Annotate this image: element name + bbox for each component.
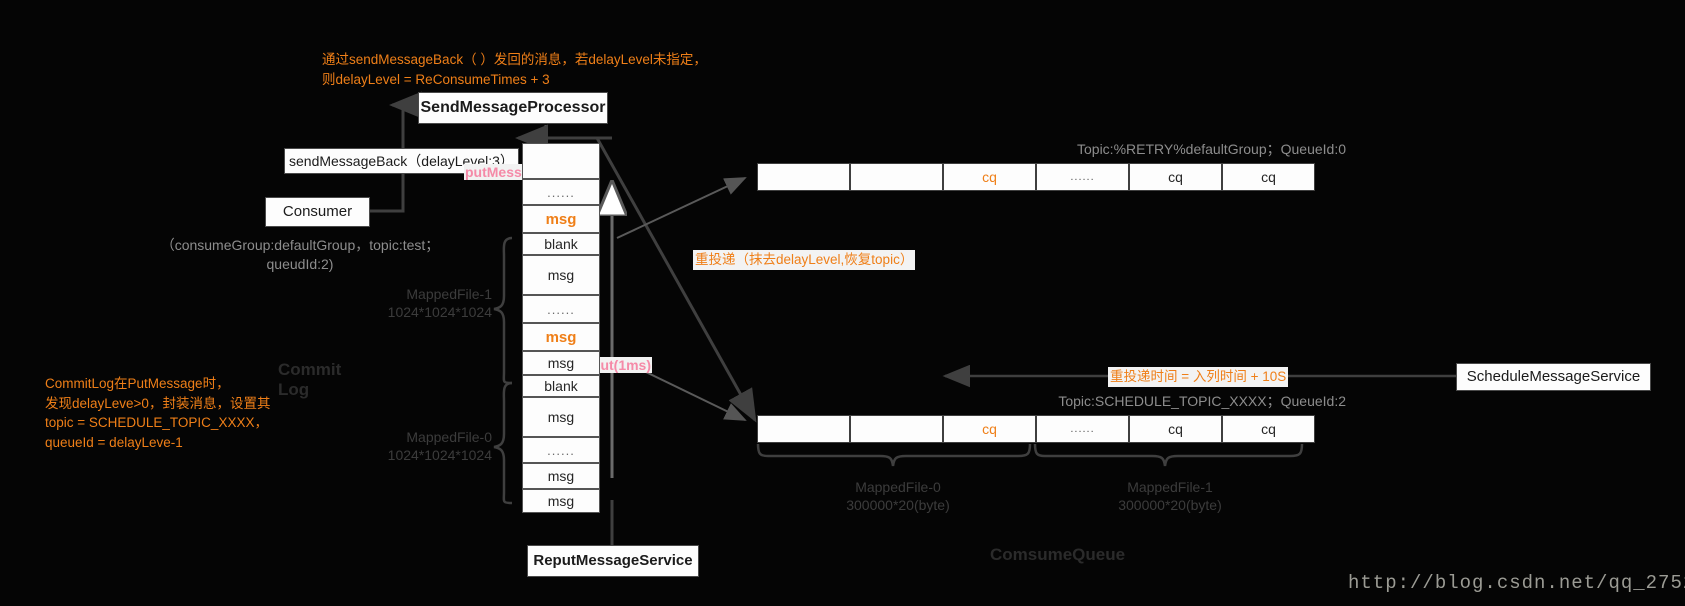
consume-queue-cell <box>850 415 943 443</box>
commitlog-cell: msg <box>522 489 600 513</box>
connector-lines <box>370 91 1456 545</box>
cq-mappedfile-1-label: MappedFile-1 300000*20(byte) <box>1118 479 1222 514</box>
commitlog-cell: blank <box>522 375 600 397</box>
consumer-detail-label: （consumeGroup:defaultGroup，topic:test； q… <box>160 237 440 272</box>
comsume-queue-title: ComsumeQueue <box>990 545 1126 564</box>
consume-queue-cell: cq <box>943 163 1036 191</box>
commitlog-cell: msg <box>522 255 600 295</box>
send-message-processor-box[interactable]: SendMessageProcessor <box>418 92 608 124</box>
send-back-note: 通过sendMessageBack（ ）发回的消息，若delayLevel未指定… <box>322 52 707 87</box>
commitlog-cell: ...... <box>522 437 600 463</box>
commitlog-mappedfile-1-label: MappedFile-1 1024*1024*1024 <box>387 286 492 321</box>
schedule-message-service-box[interactable]: ScheduleMessageService <box>1456 363 1651 391</box>
commitlog-cell: msg <box>522 323 600 351</box>
consume-queue-cell: cq <box>1222 163 1315 191</box>
commitlog-cell <box>522 143 600 179</box>
commitlog-cell: blank <box>522 233 600 255</box>
consume-queue-cell: cq <box>1129 163 1222 191</box>
commitlog-cell: msg <box>522 397 600 437</box>
reput-message-service-box[interactable]: ReputMessageService <box>527 545 699 577</box>
commitlog-title: CommitLog <box>278 360 342 400</box>
consume-queue-cell: ...... <box>1036 415 1129 443</box>
consume-queue-cell: cq <box>943 415 1036 443</box>
retry-queue-topic-label: Topic:%RETRY%defaultGroup；QueueId:0 <box>1077 141 1346 157</box>
consumer-box[interactable]: Consumer <box>265 197 370 227</box>
consume-queue-cell <box>757 163 850 191</box>
consume-queue-cell <box>757 415 850 443</box>
redeliver-time-note: 重投递时间 = 入列时间 + 10S <box>1108 367 1289 387</box>
commitlog-note: CommitLog在PutMessage时， 发现delayLeve>0，封装消… <box>45 376 271 450</box>
consume-queue-cell: ...... <box>1036 163 1129 191</box>
consume-queue-cell: cq <box>1222 415 1315 443</box>
commitlog-cell: ...... <box>522 179 600 205</box>
commitlog-cell: msg <box>522 463 600 489</box>
watermark: http://blog.csdn.net/qq_27529917 <box>1348 572 1685 594</box>
commitlog-mappedfile-0-label: MappedFile-0 1024*1024*1024 <box>387 429 492 464</box>
diagram-canvas: 通过sendMessageBack（ ）发回的消息，若delayLevel未指定… <box>0 0 1685 606</box>
redeliver-note: 重投递（抹去delayLevel,恢复topic） <box>693 250 916 270</box>
commitlog-cell: msg <box>522 351 600 375</box>
commitlog-cell: ...... <box>522 295 600 323</box>
commitlog-cell: msg <box>522 205 600 233</box>
consume-queue-cell <box>850 163 943 191</box>
schedule-queue-topic-label: Topic:SCHEDULE_TOPIC_XXXX；QueueId:2 <box>1058 393 1346 409</box>
consume-queue-cell: cq <box>1129 415 1222 443</box>
cq-mappedfile-0-label: MappedFile-0 300000*20(byte) <box>846 479 950 514</box>
